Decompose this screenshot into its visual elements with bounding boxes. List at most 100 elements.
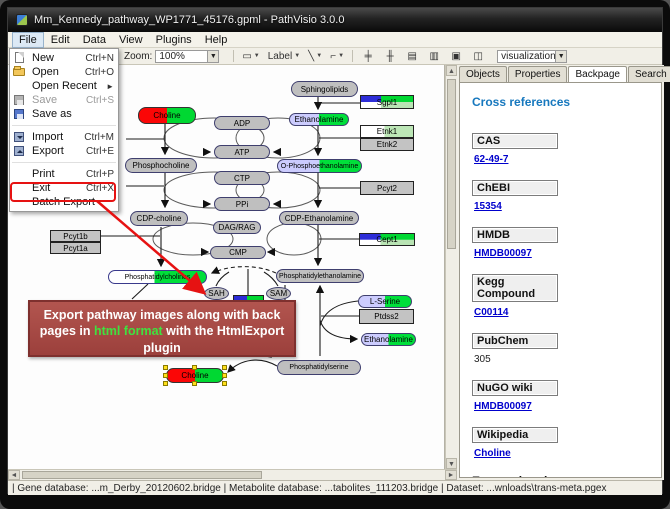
horizontal-scroll-thumb[interactable] bbox=[22, 471, 262, 479]
metabolite-node-ppi[interactable]: PPi bbox=[214, 197, 270, 211]
metabolite-node-cmp[interactable]: CMP bbox=[210, 246, 266, 259]
menu-item-label: Open bbox=[32, 66, 85, 78]
line-dropdown-button[interactable]: ╲▼ bbox=[307, 49, 323, 63]
empty-icon bbox=[12, 196, 28, 208]
horizontal-scrollbar[interactable]: ◄ ► bbox=[8, 469, 457, 480]
metabolite-node-phosphatidylserine[interactable]: Phosphatidylserine bbox=[277, 360, 361, 375]
metabolite-node-dag-rag[interactable]: DAG/RAG bbox=[213, 221, 261, 234]
selection-handle[interactable] bbox=[222, 365, 227, 370]
metabolite-node-adp[interactable]: ADP bbox=[214, 116, 270, 130]
connector-dropdown-button[interactable]: ⌐▼ bbox=[329, 49, 345, 63]
menu-plugins[interactable]: Plugins bbox=[150, 33, 198, 47]
metabolite-node-phosphatidylcholines[interactable]: Phosphatidylcholines bbox=[108, 270, 207, 284]
label-dropdown-button[interactable]: Label▼ bbox=[267, 49, 301, 63]
file-menu-item-save[interactable]: SaveCtrl+S bbox=[10, 93, 118, 107]
align-middle-button[interactable]: ╫ bbox=[382, 49, 398, 63]
tab-backpage[interactable]: Backpage bbox=[568, 66, 626, 83]
selection-handle[interactable] bbox=[192, 381, 197, 386]
chevron-down-icon[interactable]: ▼ bbox=[555, 51, 566, 62]
empty-icon bbox=[12, 182, 28, 194]
scroll-left-icon[interactable]: ◄ bbox=[8, 470, 20, 480]
selection-handle[interactable] bbox=[163, 373, 168, 378]
selection-handle[interactable] bbox=[163, 365, 168, 370]
file-menu-item-batch-export[interactable]: Batch Export bbox=[10, 195, 118, 209]
xref-link[interactable]: 62-49-7 bbox=[474, 154, 508, 165]
metabolite-node-l-serine[interactable]: L-Serine bbox=[358, 295, 412, 308]
file-menu-item-exit[interactable]: ExitCtrl+X bbox=[10, 181, 118, 195]
menu-file[interactable]: File bbox=[12, 32, 44, 48]
menu-item-label: Save bbox=[32, 94, 86, 106]
metabolite-node-ctp[interactable]: CTP bbox=[214, 171, 270, 185]
scroll-right-icon[interactable]: ► bbox=[445, 470, 457, 480]
print-button[interactable]: ▣ bbox=[448, 49, 464, 63]
stack-vertical-button[interactable]: ▤ bbox=[404, 49, 420, 63]
status-text: | Gene database: ...m_Derby_20120602.bri… bbox=[12, 483, 606, 494]
metabolite-node-sphingolipids[interactable]: Sphingolipids bbox=[291, 81, 358, 97]
vertical-scrollbar[interactable]: ▲ ▼ bbox=[445, 65, 457, 469]
xref-link[interactable]: 15354 bbox=[474, 201, 502, 212]
tab-objects[interactable]: Objects bbox=[459, 66, 507, 82]
vertical-scroll-thumb[interactable] bbox=[447, 79, 456, 249]
visualization-combobox[interactable]: visualization ▼ bbox=[497, 50, 567, 63]
file-menu-item-new[interactable]: NewCtrl+N bbox=[10, 51, 118, 65]
zoom-label: Zoom: bbox=[124, 51, 152, 62]
xref-link[interactable]: HMDB00097 bbox=[474, 401, 532, 412]
menu-view[interactable]: View bbox=[113, 33, 149, 47]
stack-horizontal-button[interactable]: ▥ bbox=[426, 49, 442, 63]
gene-node-etnk2[interactable]: Etnk2 bbox=[360, 138, 414, 151]
metabolite-node-atp[interactable]: ATP bbox=[214, 145, 270, 159]
expression-data-heading: Expression data bbox=[472, 474, 661, 478]
metabolite-node-phosphatidylethanolamine[interactable]: Phosphatidylethanolamine bbox=[276, 269, 364, 283]
file-menu-item-export[interactable]: ExportCtrl+E bbox=[10, 144, 118, 158]
metabolite-node-ethanolamine[interactable]: Ethanolamine bbox=[289, 113, 349, 126]
menu-item-label: Open Recent bbox=[32, 80, 106, 92]
scroll-up-icon[interactable]: ▲ bbox=[446, 65, 457, 76]
menu-edit[interactable]: Edit bbox=[45, 33, 76, 47]
selection-handle[interactable] bbox=[222, 373, 227, 378]
tab-search[interactable]: Search bbox=[628, 66, 670, 82]
selection-handle[interactable] bbox=[222, 381, 227, 386]
file-menu-item-import[interactable]: ImportCtrl+M bbox=[10, 130, 118, 144]
selection-handle[interactable] bbox=[163, 381, 168, 386]
metabolite-node-phosphocholine[interactable]: Phosphocholine bbox=[125, 158, 197, 173]
gene-node-ptdss2[interactable]: Ptdss2 bbox=[359, 309, 414, 324]
xref-link[interactable]: HMDB00097 bbox=[474, 248, 532, 259]
file-menu-item-open-recent[interactable]: Open Recent► bbox=[10, 79, 118, 93]
xref-link[interactable]: C00114 bbox=[474, 307, 508, 318]
tab-properties[interactable]: Properties bbox=[508, 66, 568, 82]
chevron-down-icon[interactable]: ▼ bbox=[207, 51, 218, 62]
metabolite-node-cdp-choline[interactable]: CDP-choline bbox=[130, 211, 188, 226]
save-icon bbox=[12, 94, 28, 106]
datanode-dropdown-button[interactable]: ▭▼ bbox=[241, 49, 260, 63]
menu-bar: FileEditDataViewPluginsHelp bbox=[8, 32, 662, 48]
file-menu-item-save-as[interactable]: Save as bbox=[10, 107, 118, 121]
metabolite-node-sam[interactable]: SAM bbox=[266, 287, 291, 300]
metabolite-node-ethanolamine[interactable]: Ethanolamine bbox=[361, 333, 416, 346]
menu-data[interactable]: Data bbox=[77, 33, 112, 47]
export-image-button[interactable]: ◫ bbox=[470, 49, 486, 63]
metabolite-node-choline[interactable]: Choline bbox=[138, 107, 196, 124]
title-bar[interactable]: Mm_Kennedy_pathway_WP1771_45176.gpml - P… bbox=[8, 8, 662, 32]
align-center-button[interactable]: ╪ bbox=[360, 49, 376, 63]
gene-node-etnk1[interactable]: Etnk1 bbox=[360, 125, 414, 138]
xref-title: Wikipedia bbox=[472, 427, 558, 443]
xref-title: Kegg Compound bbox=[472, 274, 558, 302]
menu-help[interactable]: Help bbox=[199, 33, 234, 47]
gene-node-pcyt1a[interactable]: Pcyt1a bbox=[50, 242, 101, 254]
gene-node-pcyt1b[interactable]: Pcyt1b bbox=[50, 230, 101, 242]
xref-link[interactable]: Choline bbox=[474, 448, 511, 459]
gene-node-pcyt2[interactable]: Pcyt2 bbox=[360, 181, 414, 195]
selection-handle[interactable] bbox=[192, 365, 197, 370]
metabolite-node-o-phosphoethanolamine[interactable]: O-Phosphoethanolamine bbox=[277, 159, 362, 173]
toolbar-separator bbox=[352, 50, 353, 62]
metabolite-node-sah[interactable]: SAH bbox=[204, 287, 229, 300]
menu-item-label: Export bbox=[32, 145, 86, 157]
gene-node-cept1[interactable]: Cept1 bbox=[359, 233, 415, 246]
gene-node-sgpl1[interactable]: Sgpl1 bbox=[360, 95, 414, 109]
zoom-combobox[interactable]: 100% ▼ bbox=[155, 50, 219, 63]
backpage-content: Cross references CAS62-49-7ChEBI15354HMD… bbox=[459, 82, 662, 478]
scroll-down-icon[interactable]: ▼ bbox=[446, 458, 457, 469]
file-menu-item-print[interactable]: PrintCtrl+P bbox=[10, 167, 118, 181]
file-menu-item-open[interactable]: OpenCtrl+O bbox=[10, 65, 118, 79]
metabolite-node-cdp-ethanolamine[interactable]: CDP-Ethanolamine bbox=[279, 211, 359, 225]
